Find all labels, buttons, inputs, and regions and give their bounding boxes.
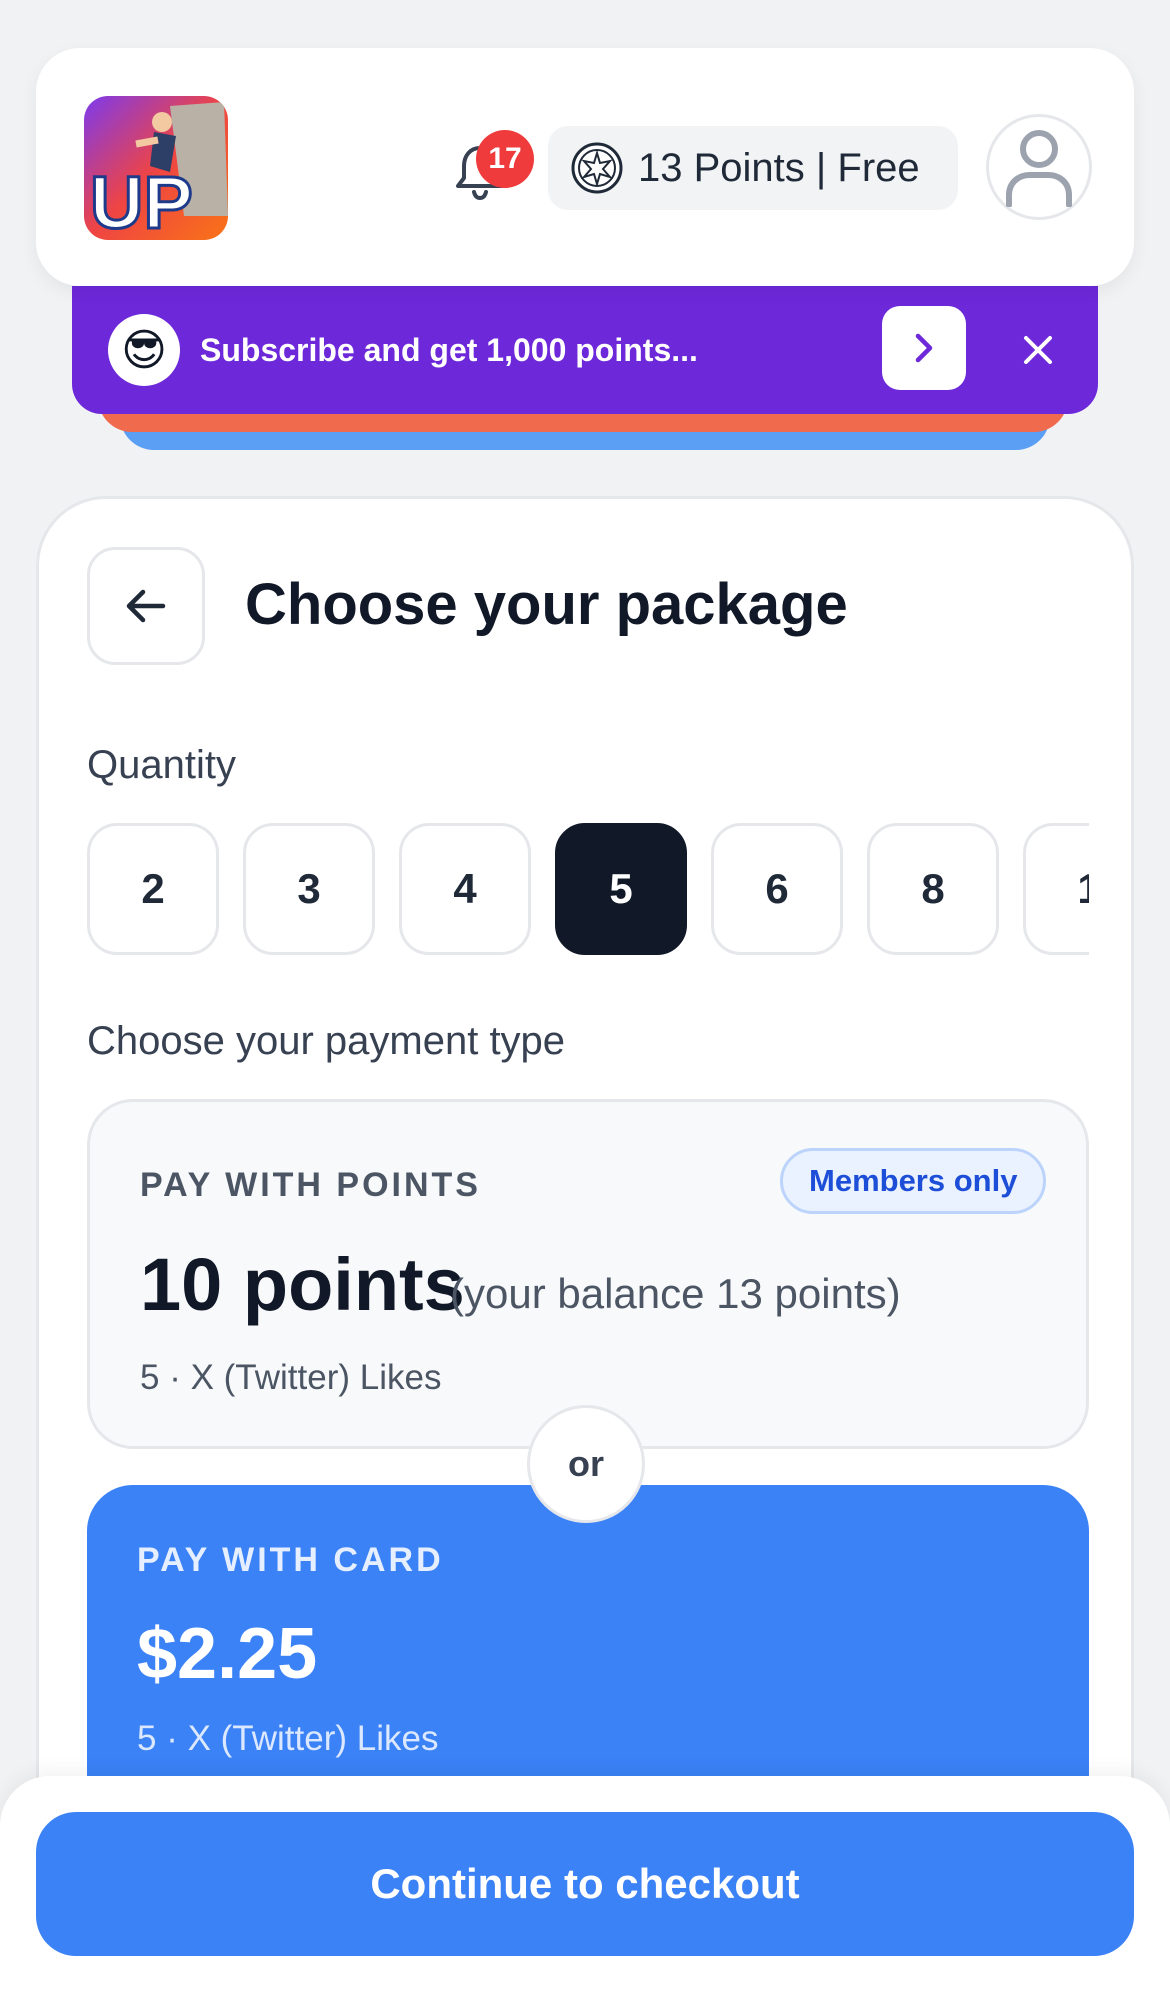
points-coin-icon: [571, 142, 623, 194]
points-balance-note: (your balance 13 points): [450, 1270, 901, 1317]
payment-type-label: Choose your payment type: [87, 1019, 566, 1063]
quantity-option-8[interactable]: 8: [867, 823, 999, 955]
quantity-option-3[interactable]: 3: [243, 823, 375, 955]
back-button[interactable]: [87, 547, 205, 665]
close-icon: [1024, 336, 1052, 364]
quantity-option-6[interactable]: 6: [711, 823, 843, 955]
bottom-action-bar: Continue to checkout: [0, 1776, 1170, 1992]
or-divider: or: [527, 1405, 645, 1523]
continue-to-checkout-button[interactable]: Continue to checkout: [36, 1812, 1134, 1956]
user-icon: [1006, 130, 1072, 207]
subscribe-promo-banner[interactable]: 😎 Subscribe and get 1,000 points...: [72, 286, 1098, 414]
app-logo[interactable]: UP: [84, 96, 228, 240]
chevron-right-icon: [915, 333, 933, 363]
card-package-description: 5 · X (Twitter) Likes: [137, 1719, 439, 1758]
pay-with-points-option[interactable]: PAY WITH POINTS Members only 10 points (…: [87, 1099, 1089, 1449]
arrow-left-icon: [126, 589, 166, 623]
page-title: Choose your package: [245, 572, 848, 637]
promo-close-button[interactable]: [1002, 314, 1074, 386]
notification-count-badge: 17: [476, 130, 534, 188]
promo-message: Subscribe and get 1,000 points...: [200, 331, 698, 368]
quantity-option-4[interactable]: 4: [399, 823, 531, 955]
points-balance-pill[interactable]: 13 Points | Free: [548, 126, 958, 210]
points-package-description: 5 · X (Twitter) Likes: [140, 1358, 442, 1397]
profile-avatar-button[interactable]: [986, 114, 1092, 220]
points-price: 10 points: [140, 1243, 465, 1326]
members-only-badge: Members only: [780, 1148, 1047, 1214]
points-pill-text: 13 Points | Free: [638, 145, 920, 190]
card-price: $2.25: [137, 1614, 318, 1694]
quantity-selector: 2 3 4 5 6 8 1: [87, 823, 1089, 955]
top-header: UP 17 13 Points | Free: [36, 48, 1134, 286]
quantity-option-5-selected[interactable]: 5: [555, 823, 687, 955]
quantity-option-2[interactable]: 2: [87, 823, 219, 955]
app-screen: UP 17 13 Points | Free 😎 Subscribe and g…: [0, 0, 1170, 1992]
package-card: Choose your package Quantity 2 3 4 5 6 8…: [36, 496, 1134, 1992]
pay-with-points-heading: PAY WITH POINTS: [140, 1166, 481, 1204]
logo-text: UP: [90, 161, 193, 240]
quantity-option-next[interactable]: 1: [1023, 823, 1089, 955]
sunglasses-emoji-icon: 😎: [108, 314, 180, 386]
promo-open-button[interactable]: [882, 306, 966, 390]
quantity-label: Quantity: [87, 743, 236, 787]
pay-with-card-heading: PAY WITH CARD: [137, 1541, 444, 1579]
